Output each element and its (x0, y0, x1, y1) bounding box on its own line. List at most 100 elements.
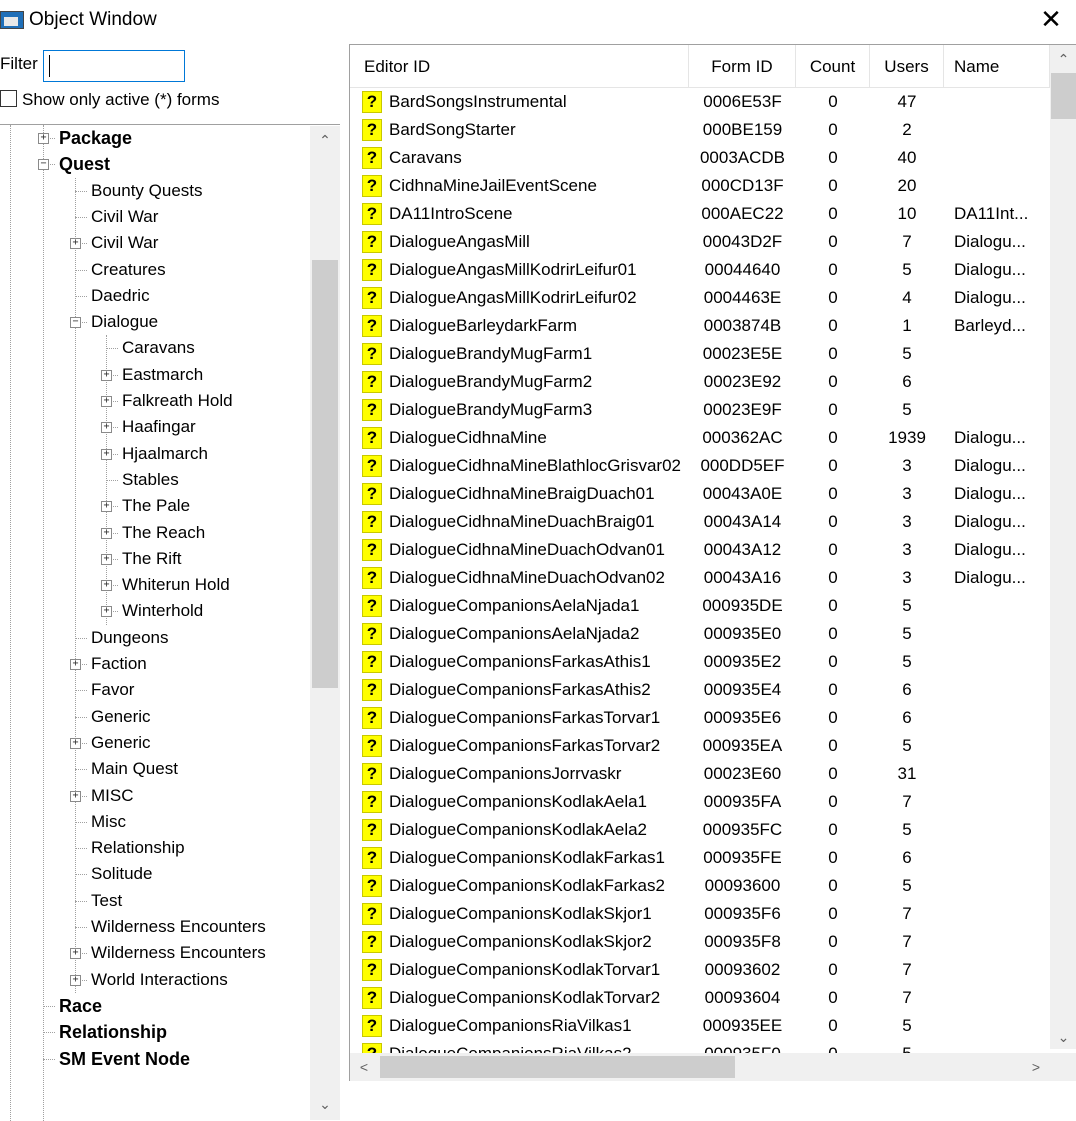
close-button[interactable]: ✕ (1036, 4, 1066, 34)
table-row[interactable]: ? DialogueCidhnaMineBraigDuach01 00043A0E 0… (350, 480, 1050, 508)
table-row[interactable]: ? DialogueCompanionsKodlakFarkas1 000935FE… (350, 844, 1050, 872)
tree-item[interactable]: Bounty Quests (91, 178, 203, 204)
tree-item[interactable]: Falkreath Hold (122, 388, 233, 414)
list-vertical-scrollbar[interactable]: ⌃ ⌄ (1050, 45, 1076, 1049)
tree-item[interactable]: Generic (91, 704, 151, 730)
expand-icon[interactable]: + (101, 501, 112, 513)
table-row[interactable]: ? DialogueCidhnaMineDuachOdvan01 00043A12 0… (350, 536, 1050, 564)
tree-vertical-scrollbar[interactable]: ⌃ ⌄ (310, 126, 340, 1120)
table-row[interactable]: ? DialogueCompanionsKodlakSkjor2 000935F8 0… (350, 928, 1050, 956)
expand-icon[interactable]: + (101, 396, 112, 407)
expand-icon[interactable]: + (70, 238, 81, 250)
filter-input[interactable] (43, 50, 185, 82)
table-row[interactable]: ? BardSongsInstrumental 0006E53F 0 47 (350, 88, 1050, 116)
tree-scroll-thumb[interactable] (312, 260, 338, 688)
tree-item[interactable]: Caravans (122, 335, 195, 361)
tree-item[interactable]: Package (59, 125, 132, 151)
expand-icon[interactable]: + (38, 133, 49, 144)
column-header-editor-id[interactable]: Editor ID (350, 45, 689, 87)
expand-icon[interactable]: + (101, 448, 112, 460)
expand-icon[interactable]: + (101, 527, 112, 539)
tree-item[interactable]: Solitude (91, 861, 152, 887)
table-row[interactable]: ? DialogueAngasMill 00043D2F 0 7 Dialogu... (350, 228, 1050, 256)
table-row[interactable]: ? DialogueCompanionsKodlakTorvar1 00093602… (350, 956, 1050, 984)
column-header-form-id[interactable]: Form ID (689, 45, 796, 87)
list-scroll-right-arrow[interactable]: > (1022, 1055, 1050, 1079)
tree-item[interactable]: Misc (91, 809, 126, 835)
tree-item[interactable]: Dialogue (91, 309, 158, 335)
tree-item[interactable]: The Pale (122, 493, 190, 519)
expand-icon[interactable]: + (70, 974, 81, 986)
list-scroll-left-arrow[interactable]: < (350, 1055, 378, 1079)
column-header-name[interactable]: Name (944, 45, 1050, 87)
category-tree[interactable]: + Package − Quest Bounty Quests Civil War + Civ… (0, 124, 340, 1121)
tree-item[interactable]: Daedric (91, 283, 150, 309)
expand-icon[interactable]: + (101, 422, 112, 434)
list-hscroll-thumb[interactable] (380, 1056, 735, 1078)
table-row[interactable]: ? DialogueCompanionsAelaNjada1 000935DE 0 5 (350, 592, 1050, 620)
tree-item[interactable]: Relationship (59, 1019, 167, 1045)
table-row[interactable]: ? DialogueCompanionsKodlakTorvar2 00093604… (350, 984, 1050, 1012)
expand-icon[interactable]: + (101, 606, 112, 618)
tree-item[interactable]: Winterhold (122, 598, 203, 624)
table-row[interactable]: ? DialogueAngasMillKodrirLeifur01 00044640… (350, 256, 1050, 284)
tree-item[interactable]: Wilderness Encounters (91, 914, 266, 940)
tree-item[interactable]: Quest (59, 151, 110, 177)
list-horizontal-scrollbar[interactable]: < > (350, 1053, 1050, 1081)
table-row[interactable]: ? DA11IntroScene 000AEC22 0 10 DA11Int... (350, 200, 1050, 228)
list-scroll-up-arrow[interactable]: ⌃ (1050, 47, 1076, 71)
table-row[interactable]: ? CidhnaMineJailEventScene 000CD13F 0 20 (350, 172, 1050, 200)
table-row[interactable]: ? DialogueCompanionsJorrvaskr 00023E60 0 31 (350, 760, 1050, 788)
tree-item[interactable]: Civil War (91, 230, 158, 256)
show-active-checkbox[interactable] (0, 90, 17, 107)
expand-icon[interactable]: + (101, 553, 112, 565)
tree-item[interactable]: The Reach (122, 520, 205, 546)
table-row[interactable]: ? DialogueAngasMillKodrirLeifur02 0004463E… (350, 284, 1050, 312)
table-row[interactable]: ? Caravans 0003ACDB 0 40 (350, 144, 1050, 172)
tree-item[interactable]: Hjaalmarch (122, 441, 208, 467)
tree-item[interactable]: MISC (91, 783, 134, 809)
expand-icon[interactable]: + (101, 580, 112, 592)
table-row[interactable]: ? DialogueCompanionsFarkasTorvar2 000935EA… (350, 732, 1050, 760)
table-row[interactable]: ? DialogueBrandyMugFarm1 00023E5E 0 5 (350, 340, 1050, 368)
tree-item[interactable]: World Interactions (91, 967, 228, 993)
expand-icon[interactable]: + (70, 790, 81, 802)
column-header-count[interactable]: Count (796, 45, 870, 87)
tree-item[interactable]: Wilderness Encounters (91, 940, 266, 966)
table-row[interactable]: ? DialogueCompanionsKodlakFarkas2 00093600… (350, 872, 1050, 900)
table-row[interactable]: ? DialogueCidhnaMine 000362AC 0 1939 Dialogu.… (350, 424, 1050, 452)
table-row[interactable]: ? DialogueCidhnaMineBlathlocGrisvar02 000D… (350, 452, 1050, 480)
list-scroll-down-arrow[interactable]: ⌄ (1050, 1025, 1076, 1049)
tree-item[interactable]: SM Event Node (59, 1046, 190, 1072)
table-row[interactable]: ? DialogueCompanionsKodlakSkjor1 000935F6 0… (350, 900, 1050, 928)
tree-item[interactable]: Favor (91, 677, 134, 703)
tree-item[interactable]: Creatures (91, 257, 166, 283)
tree-item[interactable]: Generic (91, 730, 151, 756)
column-header-users[interactable]: Users (870, 45, 944, 87)
tree-item[interactable]: Stables (122, 467, 179, 493)
table-row[interactable]: ? DialogueCompanionsAelaNjada2 000935E0 0 5 (350, 620, 1050, 648)
tree-scroll-up-arrow[interactable]: ⌃ (310, 128, 340, 152)
tree-item[interactable]: Haafingar (122, 414, 196, 440)
expand-icon[interactable]: + (70, 948, 81, 960)
table-row[interactable]: ? DialogueBrandyMugFarm3 00023E9F 0 5 (350, 396, 1050, 424)
tree-item[interactable]: Eastmarch (122, 362, 203, 388)
tree-item[interactable]: Relationship (91, 835, 185, 861)
tree-item[interactable]: Faction (91, 651, 147, 677)
tree-item[interactable]: Race (59, 993, 102, 1019)
table-row[interactable]: ? DialogueCompanionsFarkasAthis1 000935E2 0… (350, 648, 1050, 676)
table-row[interactable]: ? DialogueBarleydarkFarm 0003874B 0 1 Barleyd… (350, 312, 1050, 340)
tree-item[interactable]: Test (91, 888, 122, 914)
expand-icon[interactable]: + (101, 369, 112, 381)
expand-icon[interactable]: + (70, 659, 81, 670)
table-row[interactable]: ? DialogueCompanionsKodlakAela1 000935FA 0 7 (350, 788, 1050, 816)
list-vscroll-thumb[interactable] (1051, 73, 1076, 119)
table-row[interactable]: ? DialogueCompanionsKodlakAela2 000935FC 0 5 (350, 816, 1050, 844)
tree-item[interactable]: Main Quest (91, 756, 178, 782)
table-row[interactable]: ? DialogueCidhnaMineDuachOdvan02 00043A16 0… (350, 564, 1050, 592)
collapse-icon[interactable]: − (38, 159, 49, 171)
table-row[interactable]: ? DialogueCidhnaMineDuachBraig01 00043A14 0… (350, 508, 1050, 536)
object-list[interactable]: Editor ID Form ID Count Users Name ? BardSong… (349, 44, 1076, 1081)
table-row[interactable]: ? DialogueCompanionsFarkasAthis2 000935E4 0… (350, 676, 1050, 704)
tree-item[interactable]: The Rift (122, 546, 182, 572)
